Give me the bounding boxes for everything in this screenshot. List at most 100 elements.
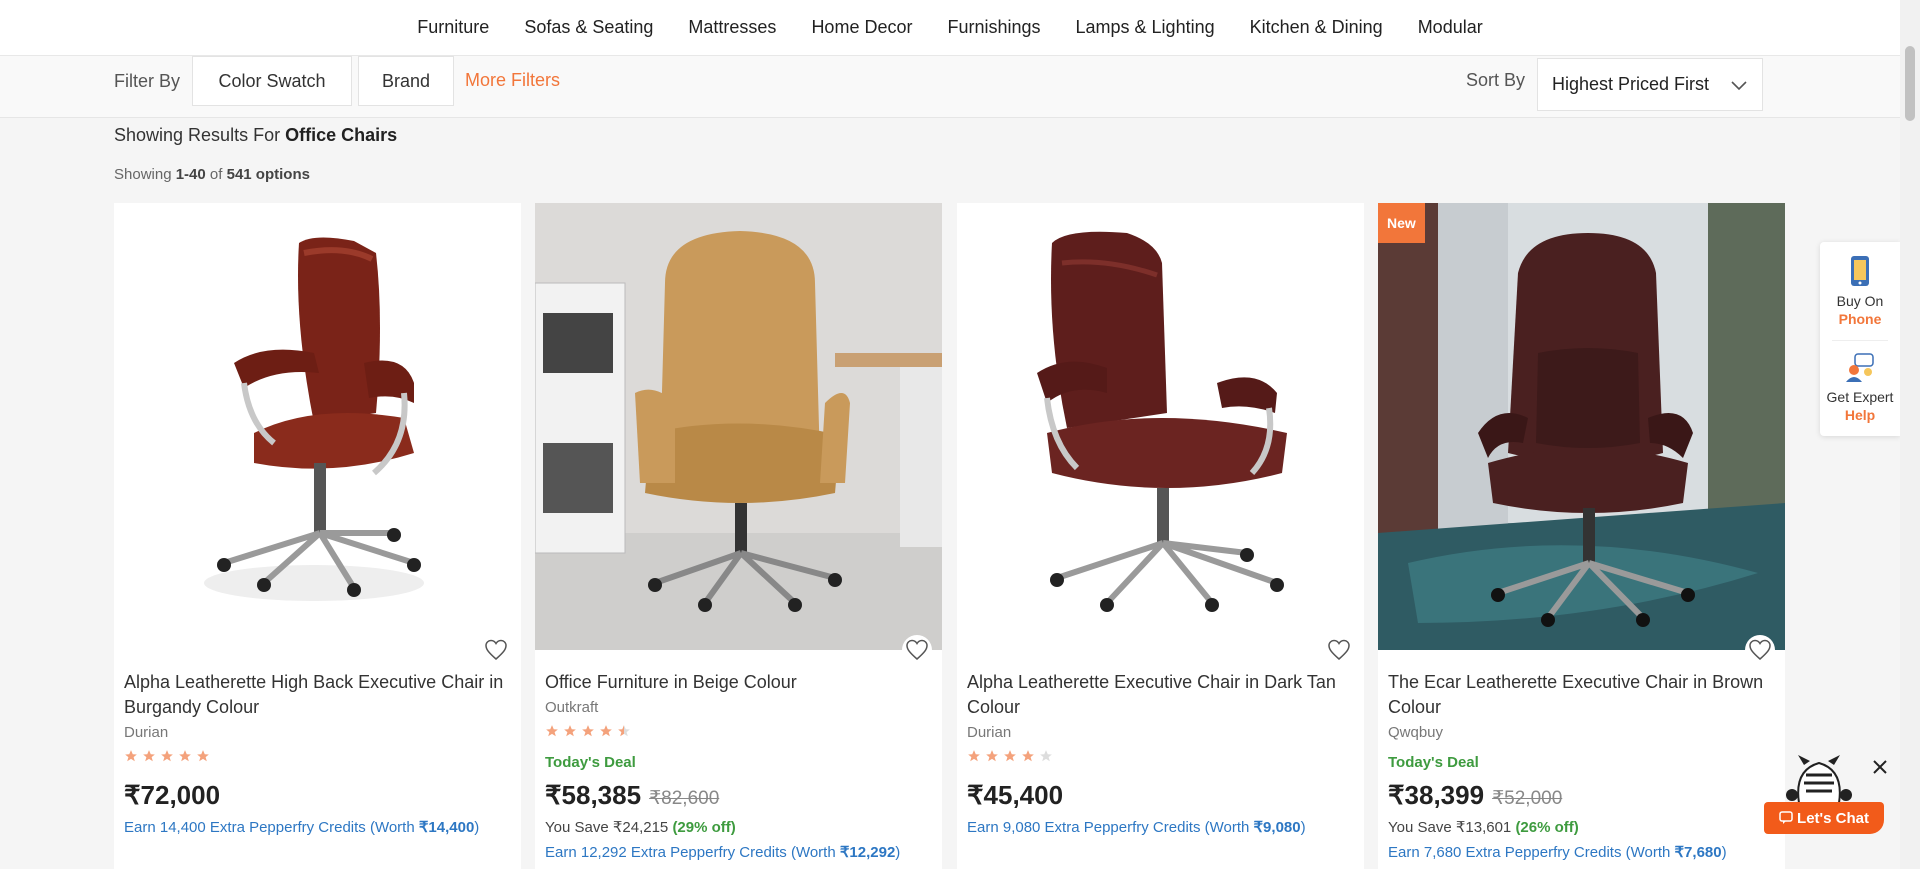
- star-icon: [600, 725, 612, 737]
- star-icon: [546, 725, 558, 737]
- chat-bubble-icon: [1779, 811, 1793, 824]
- nav-item-mattresses[interactable]: Mattresses: [688, 17, 776, 38]
- star-icon: [986, 750, 998, 762]
- category-nav: Furniture Sofas & Seating Mattresses Hom…: [0, 0, 1900, 56]
- product-title[interactable]: Office Furniture in Beige Colour: [545, 670, 935, 695]
- star-icon: [179, 750, 191, 762]
- credits-label: Earn 7,680 Extra Pepperfry Credits (Wort…: [1388, 844, 1675, 861]
- wishlist-heart-icon[interactable]: [1324, 635, 1354, 665]
- rating-stars: [124, 749, 210, 763]
- product-price: ₹58,385 ₹82,600: [545, 780, 719, 811]
- star-icon: [1004, 750, 1016, 762]
- expert-help-icon: [1846, 353, 1874, 382]
- star-icon: [1022, 750, 1034, 762]
- product-card[interactable]: Alpha Leatherette Executive Chair in Dar…: [957, 203, 1364, 869]
- credits-label: Earn 14,400 Extra Pepperfry Credits (Wor…: [124, 819, 419, 836]
- credits-worth: ₹7,680: [1674, 844, 1722, 861]
- get-expert-help-line1: Get Expert: [1826, 389, 1894, 405]
- color-swatch-filter-button[interactable]: Color Swatch: [192, 56, 352, 106]
- new-badge: New: [1378, 203, 1425, 243]
- product-card[interactable]: Alpha Leatherette High Back Executive Ch…: [114, 203, 521, 869]
- nav-item-sofas-seating[interactable]: Sofas & Seating: [524, 17, 653, 38]
- wishlist-heart-icon[interactable]: [481, 635, 511, 665]
- buy-on-phone-button[interactable]: Buy On Phone: [1820, 254, 1900, 328]
- results-query: Office Chairs: [285, 125, 398, 145]
- product-title[interactable]: Alpha Leatherette Executive Chair in Dar…: [967, 670, 1357, 720]
- star-icon: [161, 750, 173, 762]
- product-card[interactable]: Office Furniture in Beige Colour Outkraf…: [535, 203, 942, 869]
- scrollbar[interactable]: [1900, 0, 1920, 869]
- lets-chat-button[interactable]: Let's Chat: [1764, 802, 1884, 834]
- results-count: Showing 1-40 of 541 options: [114, 166, 310, 183]
- credits-worth: ₹9,080: [1253, 819, 1301, 836]
- product-image[interactable]: [535, 203, 942, 650]
- nav-item-kitchen-dining[interactable]: Kitchen & Dining: [1250, 17, 1383, 38]
- results-showing-label: Showing: [114, 166, 172, 183]
- scrollbar-thumb[interactable]: [1905, 46, 1915, 121]
- savings-text: You Save ₹13,601 (26% off): [1388, 818, 1579, 836]
- filter-label: Filter By: [114, 71, 181, 91]
- sort-label: Sort By: [1466, 70, 1526, 90]
- brand-filter-button[interactable]: Brand: [358, 56, 454, 106]
- side-panel: Buy On Phone Get Expert Help: [1820, 242, 1900, 436]
- get-expert-help-line2: Help: [1844, 407, 1876, 423]
- product-title[interactable]: Alpha Leatherette High Back Executive Ch…: [124, 670, 514, 720]
- product-title[interactable]: The Ecar Leatherette Executive Chair in …: [1388, 670, 1778, 720]
- star-icon: [564, 725, 576, 737]
- product-brand: Outkraft: [545, 699, 599, 716]
- nav-item-modular[interactable]: Modular: [1418, 17, 1483, 38]
- get-expert-help-button[interactable]: Get Expert Help: [1820, 352, 1900, 424]
- product-image[interactable]: [114, 203, 521, 650]
- rating-stars: [967, 749, 1053, 763]
- nav-item-furniture[interactable]: Furniture: [417, 17, 489, 38]
- divider: [1832, 340, 1888, 341]
- price-value: ₹58,385: [545, 780, 642, 810]
- star-icon: [197, 750, 209, 762]
- credits-close: ): [474, 819, 480, 836]
- todays-deal-label: Today's Deal: [1388, 754, 1479, 771]
- wishlist-heart-icon[interactable]: [902, 635, 932, 665]
- credits-label: Earn 9,080 Extra Pepperfry Credits (Wort…: [967, 819, 1254, 836]
- credits-close: ): [1300, 819, 1306, 836]
- product-price: ₹72,000: [124, 780, 221, 810]
- discount-percent: (29% off): [672, 819, 736, 836]
- filter-bar: Filter By Color Swatch Brand More Filter…: [0, 56, 1900, 118]
- savings-text: You Save ₹24,215 (29% off): [545, 818, 736, 836]
- results-heading: Showing Results For Office Chairs: [114, 125, 397, 146]
- star-icon: [618, 725, 630, 737]
- product-brand: Durian: [967, 724, 1012, 741]
- sort-select[interactable]: Highest Priced First: [1537, 58, 1763, 111]
- mrp-value: ₹52,000: [1492, 788, 1563, 809]
- chat-widget[interactable]: Let's Chat: [1764, 755, 1884, 869]
- close-icon[interactable]: [1868, 755, 1892, 779]
- product-brand: Qwqbuy: [1388, 724, 1444, 741]
- nav-item-furnishings[interactable]: Furnishings: [947, 17, 1040, 38]
- product-image[interactable]: [957, 203, 1364, 650]
- wishlist-heart-icon[interactable]: [1745, 635, 1775, 665]
- results-prefix: Showing Results For: [114, 125, 281, 145]
- todays-deal-label: Today's Deal: [545, 754, 636, 771]
- buy-on-phone-line1: Buy On: [1836, 293, 1884, 309]
- results-range: 1-40: [175, 166, 206, 183]
- credits-text: Earn 7,680 Extra Pepperfry Credits (Wort…: [1388, 843, 1727, 861]
- results-total: 541 options: [226, 166, 310, 183]
- savings-amount: You Save ₹24,215: [545, 819, 669, 836]
- price-value: ₹38,399: [1388, 780, 1485, 810]
- nav-item-lamps-lighting[interactable]: Lamps & Lighting: [1076, 17, 1215, 38]
- credits-close: ): [1721, 844, 1727, 861]
- product-card[interactable]: New The Ecar Leatherette Executive Chair…: [1378, 203, 1785, 869]
- chevron-down-icon: [1731, 81, 1747, 91]
- credits-text: Earn 12,292 Extra Pepperfry Credits (Wor…: [545, 843, 900, 861]
- nav-item-home-decor[interactable]: Home Decor: [811, 17, 912, 38]
- credits-label: Earn 12,292 Extra Pepperfry Credits (Wor…: [545, 844, 840, 861]
- savings-amount: You Save ₹13,601: [1388, 819, 1512, 836]
- results-of-label: of: [209, 166, 223, 183]
- credits-worth: ₹14,400: [418, 819, 475, 836]
- star-icon: [125, 750, 137, 762]
- discount-percent: (26% off): [1515, 819, 1579, 836]
- product-brand: Durian: [124, 724, 169, 741]
- more-filters-link[interactable]: More Filters: [465, 70, 560, 91]
- star-icon: [968, 750, 980, 762]
- star-icon: [1040, 750, 1052, 762]
- product-image[interactable]: [1378, 203, 1785, 650]
